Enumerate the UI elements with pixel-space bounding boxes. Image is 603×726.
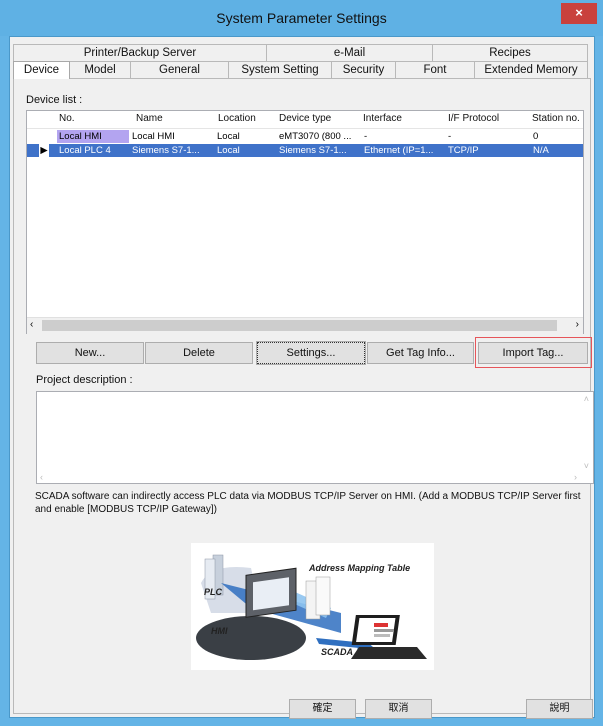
get-tag-info-button[interactable]: Get Tag Info...: [367, 342, 474, 364]
cell-device-type: eMT3070 (800 ...: [279, 131, 352, 142]
system-parameter-window: System Parameter Settings × Printer/Back…: [0, 0, 603, 726]
tab-font[interactable]: Font: [395, 61, 475, 78]
column-header-name[interactable]: Name: [136, 113, 163, 124]
diagram-address-mapping-label: Address Mapping Table: [309, 563, 411, 573]
cell-station: N/A: [533, 145, 549, 156]
cell-name: Siemens S7-1...: [132, 145, 200, 156]
device-list-label: Device list :: [26, 94, 83, 106]
tab-device[interactable]: Device: [13, 61, 70, 79]
cell-name: Local HMI: [132, 131, 175, 142]
cell-station: 0: [533, 131, 539, 142]
diagram-hmi-label: HMI: [211, 626, 228, 636]
delete-button[interactable]: Delete: [145, 342, 253, 364]
column-header-device-type[interactable]: Device type: [279, 113, 331, 124]
tab-security[interactable]: Security: [331, 61, 396, 78]
cell-no: Local HMI: [57, 130, 129, 143]
scada-info-text: SCADA software can indirectly access PLC…: [35, 491, 581, 515]
horizontal-scrollbar[interactable]: ‹ ›: [27, 317, 583, 334]
column-header-interface[interactable]: Interface: [363, 113, 402, 124]
diagram-scada-label: SCADA: [321, 647, 354, 657]
modbus-gateway-diagram: Address Mapping Table PLC HMI SCADA: [191, 543, 434, 670]
window-title: System Parameter Settings: [216, 10, 387, 26]
tab-row-1: Printer/Backup Server e-Mail Recipes: [13, 44, 588, 61]
tab-email[interactable]: e-Mail: [266, 44, 433, 61]
scroll-thumb[interactable]: [42, 320, 557, 331]
device-list-table[interactable]: No. Name Location Device type Interface …: [26, 110, 584, 334]
cell-interface: -: [364, 131, 368, 142]
import-tag-highlight: [475, 337, 592, 368]
tab-system-setting[interactable]: System Setting: [228, 61, 332, 78]
project-description-label: Project description :: [36, 374, 133, 386]
settings-button[interactable]: Settings...: [256, 341, 366, 365]
cell-protocol: -: [448, 131, 452, 142]
column-header-no[interactable]: No.: [59, 113, 75, 124]
scroll-right-icon[interactable]: ›: [576, 319, 579, 330]
scroll-right-icon[interactable]: ›: [574, 472, 577, 482]
cancel-button[interactable]: 取消: [365, 699, 432, 719]
tab-recipes[interactable]: Recipes: [432, 44, 588, 61]
tab-model[interactable]: Model: [69, 61, 131, 78]
title-bar[interactable]: System Parameter Settings ×: [0, 0, 603, 36]
tab-row-2: Device Model General System Setting Secu…: [13, 61, 588, 79]
scroll-left-icon[interactable]: ‹: [40, 472, 43, 482]
table-row[interactable]: Local HMI Local HMI Local eMT3070 (800 .…: [27, 130, 583, 143]
new-button[interactable]: New...: [36, 342, 144, 364]
table-row[interactable]: ▶ Local PLC 4 Siemens S7-1... Local Siem…: [27, 144, 583, 157]
scroll-left-icon[interactable]: ‹: [30, 319, 33, 330]
tab-printer-backup-server[interactable]: Printer/Backup Server: [13, 44, 267, 61]
column-header-protocol[interactable]: I/F Protocol: [448, 113, 499, 124]
cell-no: Local PLC 4: [59, 145, 111, 156]
scroll-up-icon[interactable]: ˄: [584, 394, 589, 404]
scroll-down-icon[interactable]: ˅: [584, 461, 589, 471]
tab-extended-memory[interactable]: Extended Memory: [474, 61, 588, 78]
project-description-field[interactable]: ˄ ˅ ‹ ›: [36, 391, 594, 484]
close-button[interactable]: ×: [561, 3, 597, 24]
cell-device-type: Siemens S7-1...: [279, 145, 347, 156]
tab-general[interactable]: General: [130, 61, 229, 78]
cell-location: Local: [217, 145, 240, 156]
column-header-station[interactable]: Station no.: [532, 113, 580, 124]
diagram-plc-label: PLC: [204, 587, 222, 597]
cell-protocol: TCP/IP: [448, 145, 479, 156]
ok-button[interactable]: 確定: [289, 699, 356, 719]
row-pointer-icon: ▶: [39, 144, 49, 157]
table-header: No. Name Location Device type Interface …: [27, 111, 583, 129]
cell-interface: Ethernet (IP=1...: [364, 145, 434, 156]
cell-location: Local: [217, 131, 240, 142]
column-header-location[interactable]: Location: [218, 113, 256, 124]
help-button[interactable]: 說明: [526, 699, 593, 719]
